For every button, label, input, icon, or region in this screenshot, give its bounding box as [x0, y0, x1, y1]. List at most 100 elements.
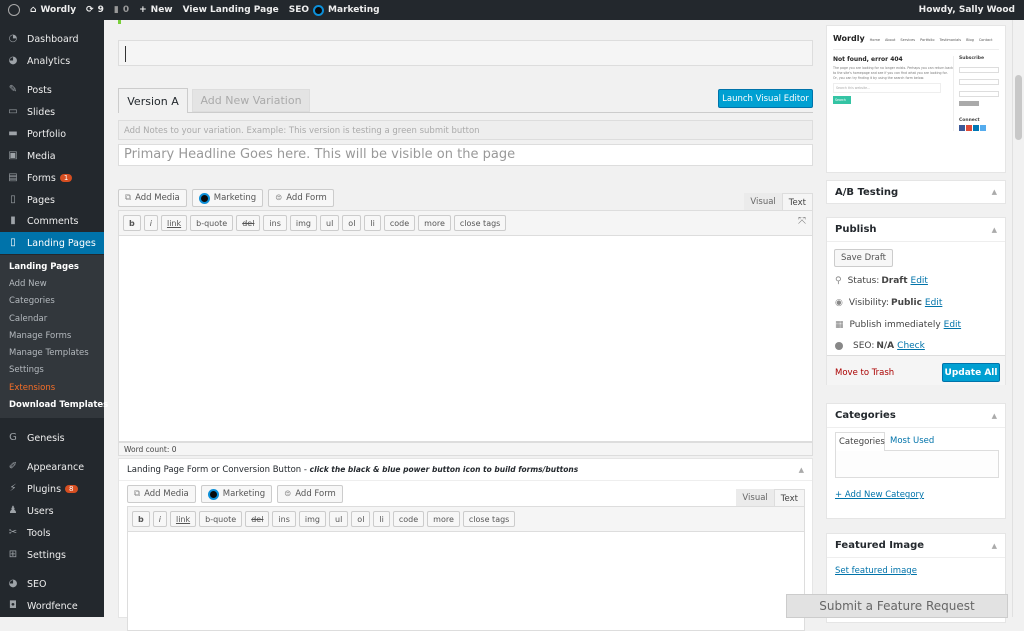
scrollbar-thumb[interactable] — [1015, 75, 1022, 140]
quicktag-close-tags-button[interactable]: close tags — [462, 511, 516, 527]
fullscreen-icon[interactable]: ⤧ — [798, 216, 806, 227]
tab-visual[interactable]: Visual — [736, 489, 774, 506]
quicktag-i-button[interactable]: i — [152, 511, 167, 527]
quicktag-i-button[interactable]: i — [143, 215, 158, 231]
sidebar-item-genesis[interactable]: G Genesis — [0, 427, 104, 449]
view-landing-page-link[interactable]: View Landing Page — [183, 5, 279, 15]
featured-image-header[interactable]: Featured Image ▲ — [827, 534, 1005, 558]
comments-link[interactable]: ▮ 0 — [114, 5, 129, 15]
edit-visibility-link[interactable]: Edit — [925, 298, 942, 308]
submenu-item-manage-templates[interactable]: Manage Templates — [9, 348, 89, 358]
quicktag-ins-button[interactable]: ins — [263, 215, 287, 231]
quicktag-code-button[interactable]: code — [383, 215, 416, 231]
submit-feature-request-button[interactable]: Submit a Feature Request — [786, 594, 1008, 618]
categories-header[interactable]: Categories ▲ — [827, 404, 1005, 428]
submenu-item-settings[interactable]: Settings — [9, 365, 44, 375]
sidebar-item-comments[interactable]: ▮ Comments — [0, 210, 104, 232]
tab-version-a[interactable]: Version A — [118, 88, 188, 113]
collapse-icon[interactable]: ▲ — [992, 226, 997, 234]
wordpress-logo-icon[interactable] — [8, 4, 20, 16]
quicktag-link-button[interactable]: link — [169, 511, 197, 527]
quicktag-more-button[interactable]: more — [418, 215, 451, 231]
quicktag-ul-button[interactable]: ul — [320, 215, 340, 231]
move-to-trash-link[interactable]: Move to Trash — [835, 368, 894, 378]
quicktag-ins-button[interactable]: ins — [272, 511, 296, 527]
edit-status-link[interactable]: Edit — [911, 276, 928, 286]
sidebar-item-portfolio[interactable]: ▬ Portfolio — [0, 123, 104, 145]
marketing-link[interactable]: Marketing — [313, 4, 380, 16]
howdy-link[interactable]: Howdy, Sally Wood — [919, 5, 1015, 15]
collapse-icon[interactable]: ▲ — [992, 188, 997, 196]
submenu-item-manage-forms[interactable]: Manage Forms — [9, 331, 71, 341]
add-media-button[interactable]: ⧉ Add Media — [118, 189, 187, 207]
quicktag-more-button[interactable]: more — [427, 511, 460, 527]
sidebar-item-tools[interactable]: ✂ Tools — [0, 522, 104, 544]
tab-visual[interactable]: Visual — [744, 193, 782, 210]
add-media-button[interactable]: ⧉ Add Media — [127, 485, 196, 503]
quicktag-ul-button[interactable]: ul — [329, 511, 349, 527]
add-form-button[interactable]: ⊜ Add Form — [268, 189, 334, 207]
tab-text[interactable]: Text — [781, 193, 813, 210]
updates-link[interactable]: ⟳ 9 — [86, 5, 104, 15]
sidebar-item-slides[interactable]: ▭ Slides — [0, 101, 104, 123]
tab-categories[interactable]: Categories — [835, 432, 885, 451]
sidebar-item-wordfence[interactable]: ◘ Wordfence — [0, 595, 104, 617]
sidebar-item-plugins[interactable]: ⚡ Plugins 8 — [0, 478, 104, 500]
quicktag-del-button[interactable]: del — [245, 511, 270, 527]
collapse-icon[interactable]: ▲ — [992, 542, 997, 550]
submenu-item-categories[interactable]: Categories — [9, 296, 55, 306]
sidebar-item-landing-pages[interactable]: ▯ Landing Pages — [0, 232, 104, 254]
submenu-item-add-new[interactable]: Add New — [9, 279, 47, 289]
collapse-icon[interactable]: ▲ — [799, 466, 804, 474]
sidebar-item-users[interactable]: ♟ Users — [0, 500, 104, 522]
seo-link[interactable]: SEO — [289, 5, 309, 15]
tab-most-used[interactable]: Most Used — [890, 436, 934, 446]
title-input[interactable] — [118, 40, 813, 66]
add-form-button[interactable]: ⊜ Add Form — [277, 485, 343, 503]
launch-visual-editor-button[interactable]: Launch Visual Editor — [718, 89, 813, 108]
quicktag-img-button[interactable]: img — [289, 215, 317, 231]
collapse-icon[interactable]: ▲ — [992, 412, 997, 420]
sidebar-item-appearance[interactable]: ✐ Appearance — [0, 456, 104, 478]
quicktag-b-quote-button[interactable]: b-quote — [190, 215, 234, 231]
sidebar-item-posts[interactable]: ✎ Posts — [0, 79, 104, 101]
sidebar-item-dashboard[interactable]: ◔ Dashboard — [0, 28, 104, 50]
marketing-button[interactable]: Marketing — [200, 485, 273, 503]
submenu-item-download-templates[interactable]: Download Templates — [9, 400, 108, 410]
quicktag-link-button[interactable]: link — [160, 215, 188, 231]
sidebar-item-forms[interactable]: ▤ Forms 1 — [0, 167, 104, 189]
seo-check-link[interactable]: Check — [897, 341, 925, 351]
quicktag-li-button[interactable]: li — [364, 215, 381, 231]
category-list[interactable] — [835, 450, 999, 478]
quicktag-b-button[interactable]: b — [123, 215, 141, 231]
form-box-header[interactable]: Landing Page Form or Conversion Button -… — [119, 459, 812, 481]
scrollbar[interactable] — [1012, 20, 1024, 617]
submenu-item-extensions[interactable]: Extensions — [9, 383, 55, 393]
headline-input[interactable]: Primary Headline Goes here. This will be… — [118, 144, 813, 166]
template-preview[interactable]: Wordly Home About Services Portfolio Testimo… — [826, 25, 1006, 173]
submenu-item-calendar[interactable]: Calendar — [9, 314, 47, 324]
quicktag-code-button[interactable]: code — [392, 511, 425, 527]
publish-header[interactable]: Publish ▲ — [827, 218, 1005, 242]
variation-notes-input[interactable]: Add Notes to your variation. Example: Th… — [118, 120, 813, 140]
submenu-item-landing-pages[interactable]: Landing Pages — [9, 262, 79, 272]
sidebar-item-media[interactable]: ▣ Media — [0, 145, 104, 167]
quicktag-b-quote-button[interactable]: b-quote — [199, 511, 243, 527]
quicktag-img-button[interactable]: img — [298, 511, 326, 527]
quicktag-ol-button[interactable]: ol — [342, 215, 362, 231]
form-textarea[interactable] — [127, 531, 805, 631]
sidebar-item-seo[interactable]: ◕ SEO — [0, 573, 104, 595]
ab-testing-header[interactable]: A/B Testing ▲ — [827, 181, 1005, 203]
quicktag-close-tags-button[interactable]: close tags — [453, 215, 507, 231]
marketing-button[interactable]: Marketing — [191, 189, 264, 207]
set-featured-image-link[interactable]: Set featured image — [835, 566, 917, 576]
tab-text[interactable]: Text — [773, 489, 805, 506]
add-new-category-link[interactable]: + Add New Category — [835, 490, 924, 500]
sidebar-item-pages[interactable]: ▯ Pages — [0, 189, 104, 211]
quicktag-li-button[interactable]: li — [373, 511, 390, 527]
sidebar-item-analytics[interactable]: ◕ Analytics — [0, 50, 104, 72]
content-textarea[interactable] — [118, 235, 813, 442]
site-link[interactable]: ⌂ Wordly — [30, 5, 76, 15]
edit-date-link[interactable]: Edit — [944, 320, 961, 330]
sidebar-item-settings[interactable]: ⊞ Settings — [0, 544, 104, 566]
